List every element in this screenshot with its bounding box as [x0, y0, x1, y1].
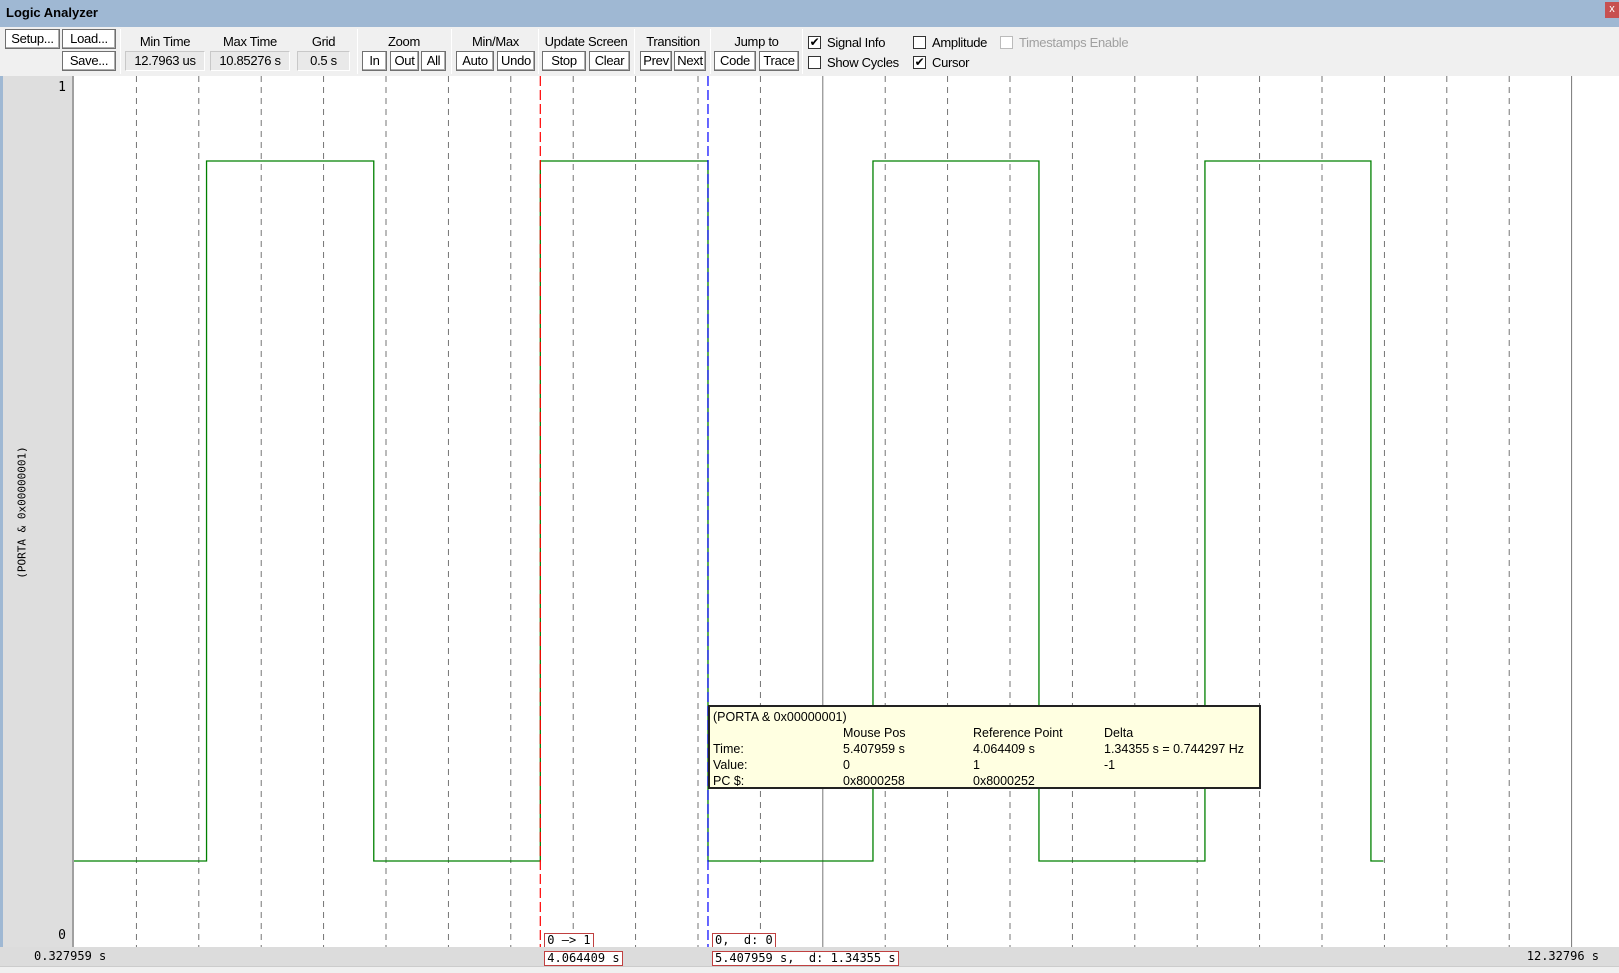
zoom-label: Zoom [387, 34, 421, 49]
y-min-label: 0 [58, 928, 66, 943]
checkbox-icon: ✔ [913, 55, 926, 69]
show-cycles-checkbox[interactable]: Show Cycles [808, 55, 899, 70]
separator [538, 29, 539, 74]
waveform-plot[interactable] [74, 76, 1619, 947]
tooltip-cell: -1 [1104, 758, 1116, 772]
signal-name-label: (PORTA & 0x00000001) [15, 446, 29, 579]
auto-button[interactable]: Auto [456, 51, 494, 71]
tooltip-cell: Value: [713, 758, 748, 772]
update-screen-label: Update Screen [544, 34, 628, 49]
tooltip-row-time: Time: 5.407959 s 4.064409 s 1.34355 s = 0.7… [713, 741, 1256, 757]
checkbox-label: Signal Info [827, 35, 886, 50]
separator [120, 29, 121, 74]
signal-name-panel[interactable]: 1 0 (PORTA & 0x00000001) [0, 76, 74, 947]
checkbox-label: Amplitude [932, 35, 988, 50]
min-time-label: Min Time [139, 34, 191, 49]
tooltip-row-pc: PC $: 0x8000258 0x8000252 [713, 773, 1256, 789]
checkbox-label: Show Cycles [827, 55, 899, 70]
transition-label: Transition [646, 34, 700, 49]
checkbox-icon [1000, 36, 1013, 49]
tooltip-header [713, 725, 843, 741]
tooltip-cell: 5.407959 s [843, 742, 905, 756]
reference-time-label: 4.064409 s [544, 951, 623, 966]
plot-background [74, 76, 1619, 947]
zoom-out-button[interactable]: Out [390, 51, 419, 71]
checkbox-label: Cursor [932, 55, 970, 70]
cursor-checkbox[interactable]: ✔ Cursor [913, 55, 970, 70]
jump-to-label: Jump to [734, 34, 779, 49]
reference-value-label: 0 —> 1 [544, 933, 594, 948]
max-time-value: 10.85276 s [210, 51, 290, 71]
checkbox-icon: ✔ [808, 35, 821, 49]
separator [451, 29, 452, 74]
title-bar: Logic Analyzer x [0, 0, 1619, 27]
amplitude-checkbox[interactable]: Amplitude [913, 35, 987, 50]
window-title: Logic Analyzer [6, 5, 98, 20]
tooltip-cell: Time: [713, 742, 744, 756]
undo-button[interactable]: Undo [497, 51, 535, 71]
checkbox-label: Timestamps Enable [1019, 35, 1129, 50]
tooltip-header-row: Mouse Pos Reference Point Delta [713, 725, 1256, 741]
signal-info-checkbox[interactable]: ✔ Signal Info [808, 35, 885, 50]
timeline-end: 12.32796 s [1526, 949, 1599, 963]
save-button[interactable]: Save... [62, 51, 116, 71]
tooltip-cell: PC $: [713, 774, 745, 788]
tooltip-cell: 0x8000252 [973, 774, 1035, 788]
separator [634, 29, 635, 74]
mouse-time-label: 5.407959 s, d: 1.34355 s [711, 951, 899, 966]
checkbox-icon [913, 36, 926, 49]
signal-info-tooltip: (PORTA & 0x00000001) Mouse Pos Reference … [708, 705, 1261, 789]
close-button[interactable]: x [1605, 2, 1619, 18]
tooltip-cell: 4.064409 s [973, 742, 1035, 756]
next-transition-button[interactable]: Next [674, 51, 706, 71]
tooltip-header: Delta [1104, 726, 1134, 740]
separator [710, 29, 711, 74]
minmax-label: Min/Max [471, 34, 520, 49]
zoom-in-button[interactable]: In [362, 51, 387, 71]
tooltip-cell: 0 [843, 758, 850, 772]
horizontal-scrollbar[interactable] [0, 966, 1619, 973]
mouse-value-label: 0, d: 0 [711, 933, 776, 948]
stop-button[interactable]: Stop [542, 51, 586, 71]
tooltip-title: (PORTA & 0x00000001) [713, 710, 847, 724]
separator [357, 29, 358, 74]
setup-button[interactable]: Setup... [5, 29, 60, 49]
tooltip-cell: 0x8000258 [843, 774, 905, 788]
tooltip-cell: 1 [973, 758, 980, 772]
zoom-all-button[interactable]: All [421, 51, 446, 71]
tooltip-cell: 1.34355 s = 0.744297 Hz [1104, 742, 1245, 756]
load-button[interactable]: Load... [62, 29, 116, 49]
tooltip-header: Reference Point [973, 726, 1063, 740]
timeline-start: 0.327959 s [34, 949, 107, 963]
prev-transition-button[interactable]: Prev [640, 51, 672, 71]
y-max-label: 1 [58, 80, 66, 95]
checkbox-icon [808, 56, 821, 69]
grid-label: Grid [311, 34, 336, 49]
grid-value: 0.5 s [297, 51, 350, 71]
max-time-label: Max Time [223, 34, 277, 49]
min-time-value: 12.7963 us [125, 51, 205, 71]
timestamps-enable-checkbox: Timestamps Enable [1000, 35, 1129, 50]
jump-trace-button[interactable]: Trace [759, 51, 799, 71]
tooltip-row-value: Value: 0 1 -1 [713, 757, 1256, 773]
tooltip-header: Mouse Pos [843, 726, 906, 740]
clear-button[interactable]: Clear [589, 51, 630, 71]
jump-code-button[interactable]: Code [714, 51, 756, 71]
separator [802, 29, 803, 74]
